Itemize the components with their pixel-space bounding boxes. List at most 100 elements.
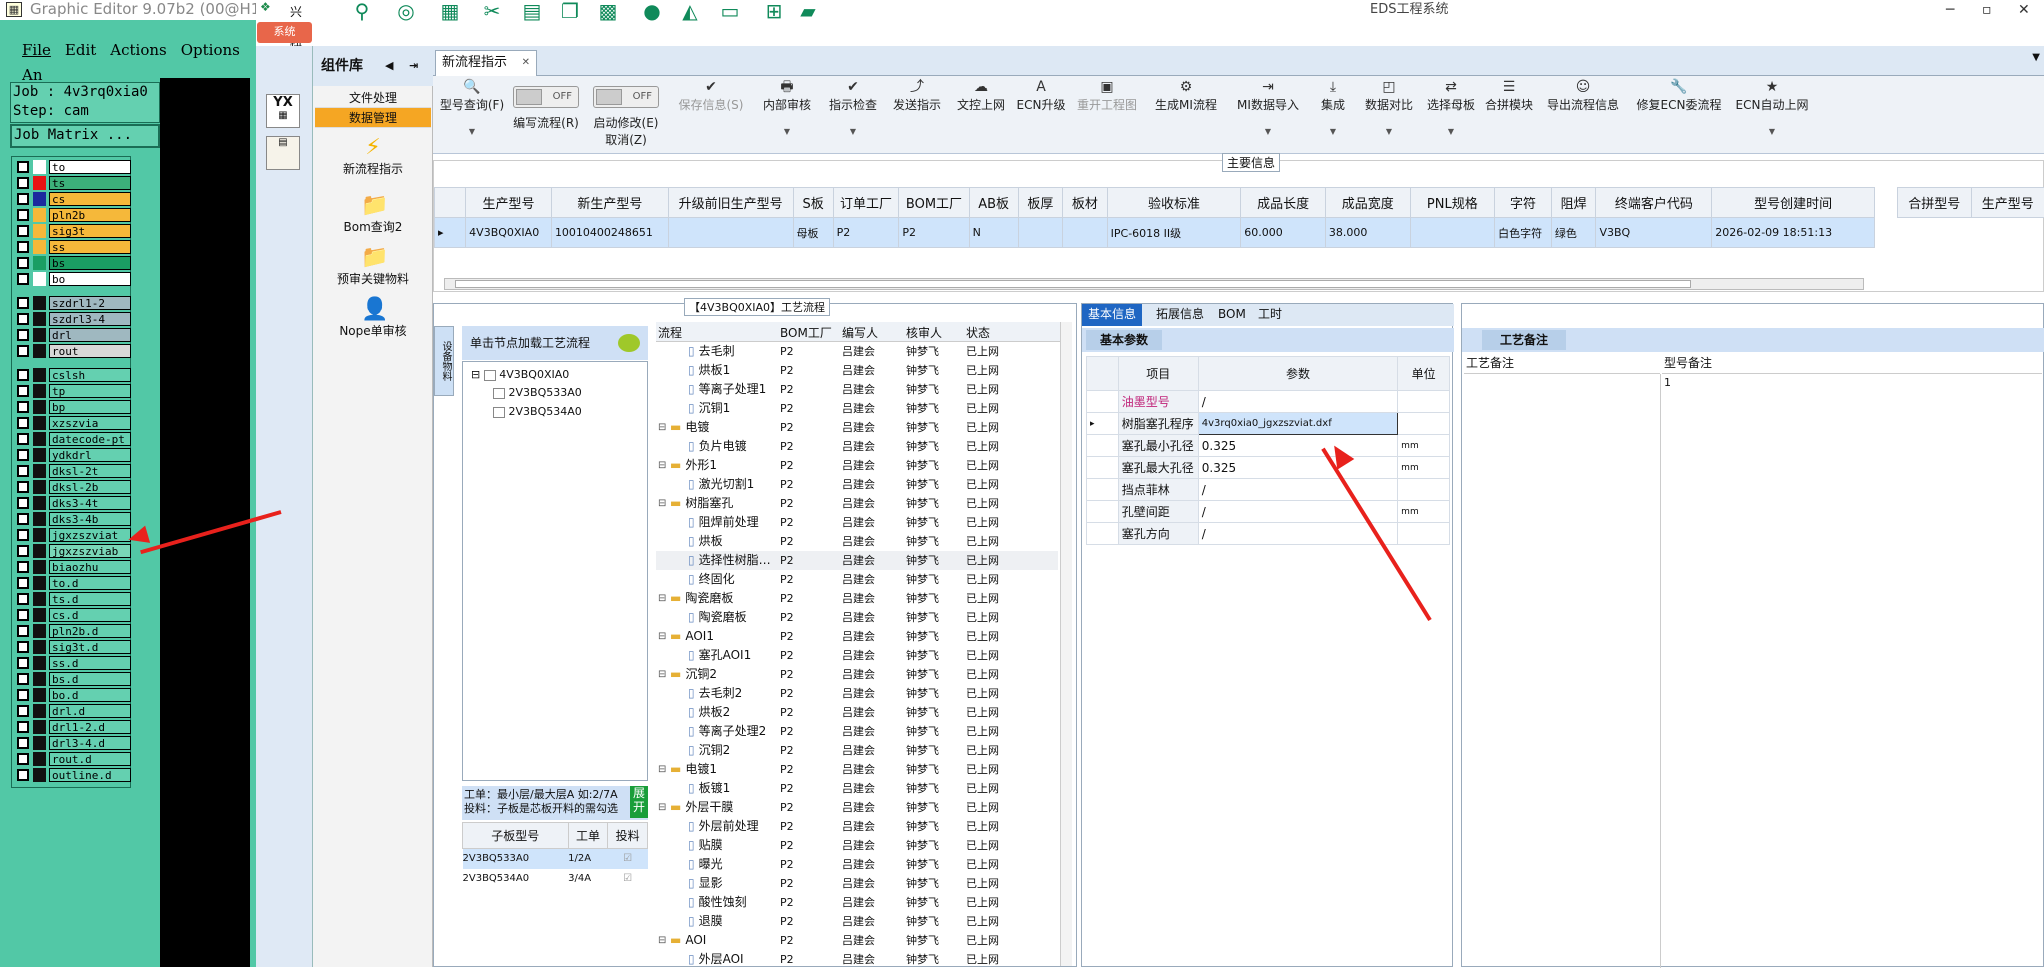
layer-row[interactable]: rout.d [14,752,131,766]
flow-row[interactable]: ▯ 激光切割1 P2 吕建会 钟梦飞 已上网 [656,475,1058,494]
cell-main-0[interactable]: 4V3BQ0XIA0 [465,217,552,248]
flow-row[interactable]: ▯ 曝光 P2 吕建会 钟梦飞 已上网 [656,855,1058,874]
param-value[interactable]: / [1197,478,1399,501]
lib-bom-query[interactable]: 📁 Bom查询2 [313,194,433,235]
layer-row[interactable]: drl [14,328,131,342]
layer-checkbox[interactable] [17,225,29,237]
param-value[interactable]: 0.325 [1197,456,1399,479]
col-main-7[interactable]: 板厚 [1017,187,1064,218]
layer-row[interactable]: xzszvia [14,416,131,430]
collapse-toggle-icon[interactable]: ⊟ [658,627,666,646]
layer-row[interactable]: ts.d [14,592,131,606]
layer-row[interactable]: drl.d [14,704,131,718]
chart-icon[interactable]: ◭ [676,0,704,22]
layer-checkbox[interactable] [17,561,29,573]
cell-main-3[interactable]: 母板 [792,217,834,248]
layer-checkbox[interactable] [17,513,29,525]
flow-row[interactable]: ▯ 沉铜2 P2 吕建会 钟梦飞 已上网 [656,741,1058,760]
param-row[interactable]: 油墨型号 / [1086,390,1450,413]
collapse-toggle-icon[interactable]: ⊟ [658,418,666,437]
ribbon-btn-1[interactable]: OFF 编写流程(R) [511,78,581,131]
horizontal-scrollbar[interactable] [444,278,1864,290]
dropdown-icon[interactable]: ▼ [755,127,819,137]
search-icon[interactable]: ⚲ [348,0,376,22]
layer-checkbox[interactable] [17,689,29,701]
collapse-toggle-icon[interactable]: ⊟ [658,494,666,513]
checkbox-checked[interactable]: ☑ [608,869,648,889]
memo-tab[interactable]: 工艺备注 [1482,330,1567,350]
lib-file-processing[interactable]: 文件处理 [315,88,431,108]
monitor-icon[interactable]: ▭ [716,0,744,22]
layer-checkbox[interactable] [17,161,29,173]
param-value[interactable]: / [1197,390,1399,413]
param-value[interactable]: 4v3rq0xia0_jgxzszviat.dxf [1197,412,1399,435]
layer-checkbox[interactable] [17,721,29,733]
pin-icon[interactable]: ⇥ [409,46,418,86]
layer-row[interactable]: sig3t.d [14,640,131,654]
param-row[interactable]: 塞孔最大孔径 0.325 mm [1086,456,1450,479]
col-main-13[interactable]: 字符 [1494,187,1552,218]
collapse-toggle-icon[interactable]: ⊟ [658,760,666,779]
layer-row[interactable]: drl1-2.d [14,720,131,734]
cell-main-5[interactable]: P2 [898,217,970,248]
flow-row[interactable]: ▯ 等离子处理2 P2 吕建会 钟梦飞 已上网 [656,722,1058,741]
ribbon-btn-0[interactable]: 🔍 型号查询(F) ▼ [437,78,507,137]
layer-row[interactable]: jgxzszviat [14,528,131,542]
param-row[interactable]: 挡点菲林 / [1086,478,1450,501]
menu-file[interactable]: File [22,41,51,59]
layer-row[interactable]: cs.d [14,608,131,622]
param-row[interactable]: ▸ 树脂塞孔程序 4v3rq0xia0_jgxzszviat.dxf [1086,412,1450,435]
layer-row[interactable]: dks3-4t [14,496,131,510]
layer-checkbox[interactable] [17,345,29,357]
ribbon-btn-4[interactable]: 🖶 内部审核 ▼ [755,78,819,137]
layer-checkbox[interactable] [17,753,29,765]
copy-icon[interactable]: ❐ [556,0,584,22]
layer-row[interactable]: szdrl3-4 [14,312,131,326]
layer-row[interactable]: ss.d [14,656,131,670]
layer-row[interactable]: bo.d [14,688,131,702]
layer-checkbox[interactable] [17,529,29,541]
cell-main-11[interactable]: 38.000 [1324,217,1411,248]
layer-row[interactable]: pln2b [14,208,131,222]
flow-row[interactable]: ▯ 去毛刺 P2 吕建会 钟梦飞 已上网 [656,342,1058,361]
layer-checkbox[interactable] [17,209,29,221]
layer-row[interactable]: ts [14,176,131,190]
cell-main-8[interactable] [1062,217,1108,248]
param-row[interactable]: 塞孔最小孔径 0.325 mm [1086,434,1450,457]
ribbon-btn-16[interactable]: ☺ 导出流程信息 [1539,78,1627,113]
layer-checkbox[interactable] [17,545,29,557]
dropdown-icon[interactable]: ▼ [1311,127,1355,137]
yx-module-icon[interactable]: YX ▦ [266,94,300,128]
flow-row[interactable]: ▯ 选择性树脂… P2 吕建会 钟梦飞 已上网 [656,551,1058,570]
ribbon-btn-5[interactable]: ✔ 指示检查 ▼ [823,78,883,137]
layer-row[interactable]: to.d [14,576,131,590]
cell-main-12[interactable] [1409,217,1496,248]
cell-main-7[interactable] [1017,217,1064,248]
layer-row[interactable]: dksl-2b [14,480,131,494]
flow-row[interactable]: ▯ 负片电镀 P2 吕建会 钟梦飞 已上网 [656,437,1058,456]
layer-checkbox[interactable] [17,673,29,685]
close-tab-icon[interactable]: ✕ [522,51,530,75]
dropdown-icon[interactable]: ▼ [823,127,883,137]
cell-main-10[interactable]: 60.000 [1240,217,1326,248]
layer-row[interactable]: sig3t [14,224,131,238]
lib-data-management[interactable]: 数据管理 [315,108,431,128]
col-main-3[interactable]: S板 [792,187,834,218]
flow-row[interactable]: ⊟ ▬ 电镀1 P2 吕建会 钟梦飞 已上网 [656,760,1058,779]
col-merge-model[interactable]: 合拼型号 [1897,187,1972,218]
col-main-0[interactable]: 生产型号 [465,187,552,218]
layer-checkbox[interactable] [17,737,29,749]
param-row[interactable]: 孔壁间距 / mm [1086,500,1450,523]
layer-row[interactable]: datecode-pt [14,432,131,446]
col-main-8[interactable]: 板材 [1062,187,1108,218]
system-tab[interactable]: 系统 [257,22,312,43]
flow-row[interactable]: ▯ 烘板2 P2 吕建会 钟梦飞 已上网 [656,703,1058,722]
menu-edit[interactable]: Edit [65,41,96,59]
dropdown-icon[interactable]: ▼ [1359,127,1419,137]
tree-child-1[interactable]: 2V3BQ533A0 [493,386,582,399]
lib-pre-review[interactable]: 📁 预审关键物料 [313,246,433,287]
layer-checkbox[interactable] [17,609,29,621]
tab-work-hours[interactable]: 工时 [1252,304,1288,326]
tab-new-flow[interactable]: 新流程指示 ✕ [435,50,537,76]
layer-row[interactable]: dks3-4b [14,512,131,526]
